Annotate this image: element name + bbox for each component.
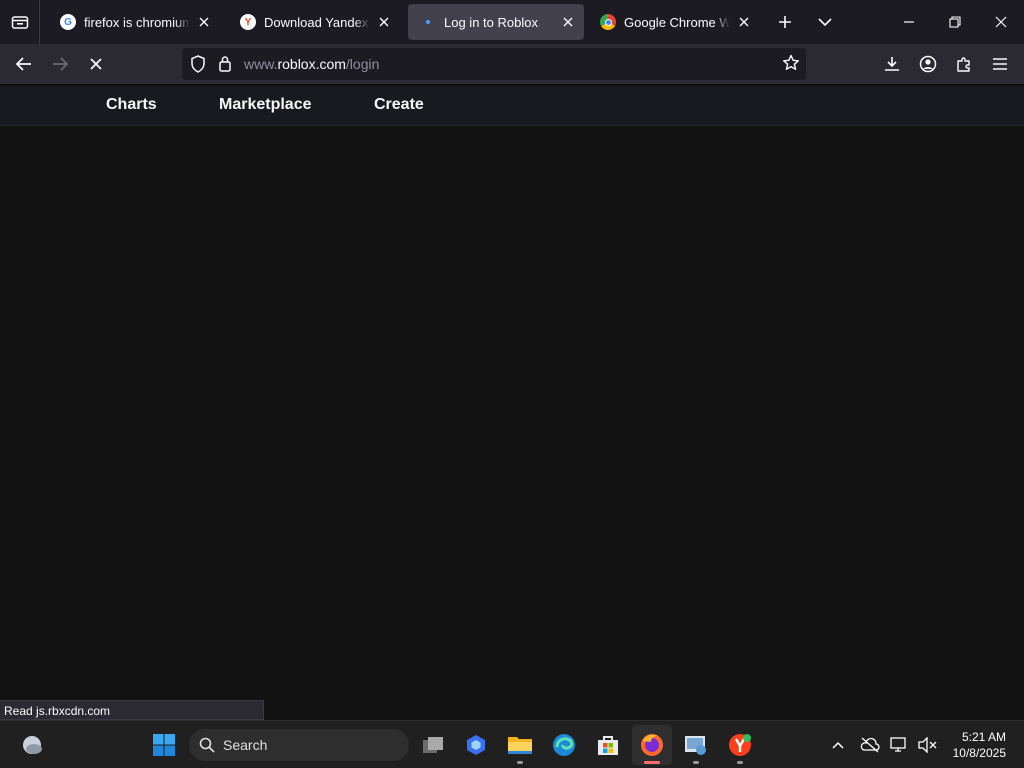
- running-indicator: [517, 761, 523, 764]
- clock-date: 10/8/2025: [952, 746, 1006, 760]
- control-panel-icon: [685, 736, 706, 755]
- account-icon: [919, 55, 937, 73]
- clock-time: 5:21 AM: [961, 730, 1006, 744]
- task-view-icon: [423, 737, 443, 753]
- edge-icon: [553, 734, 575, 756]
- status-panel: Read js.rbxcdn.com: [0, 700, 264, 720]
- tracking-protection-shield-icon[interactable]: [190, 55, 206, 78]
- minimize-icon: [904, 21, 914, 23]
- url-host: roblox.com: [277, 56, 346, 72]
- page-content: [0, 127, 1024, 720]
- google-g-icon: G: [60, 14, 76, 30]
- loading-dot-icon: [420, 14, 436, 30]
- url-text[interactable]: www.roblox.com/login: [244, 56, 379, 72]
- onedrive-tray-button[interactable]: [858, 733, 882, 757]
- url-path: /login: [345, 56, 380, 72]
- navigation-toolbar: www.roblox.com/login: [0, 44, 1024, 85]
- search-icon: [199, 737, 215, 753]
- search-label: Search: [223, 737, 268, 753]
- yandex-icon: Y: [240, 14, 256, 30]
- chevron-up-icon: [832, 741, 844, 749]
- list-all-tabs-button[interactable]: [811, 8, 839, 36]
- tab-title: Log in to Roblox: [444, 14, 538, 30]
- firefox-view-button[interactable]: [0, 0, 40, 44]
- network-icon: [890, 737, 906, 752]
- active-indicator: [644, 761, 660, 764]
- volume-tray-button[interactable]: [916, 733, 940, 757]
- menu-button[interactable]: [984, 48, 1016, 80]
- tab-title: Google Chrome Web B: [624, 14, 730, 30]
- microsoft-store-button[interactable]: [588, 725, 628, 765]
- lock-icon[interactable]: [218, 55, 232, 77]
- close-icon[interactable]: [196, 14, 212, 30]
- close-icon[interactable]: [560, 14, 576, 30]
- system-clock[interactable]: 5:21 AM 10/8/2025: [953, 729, 1006, 761]
- forward-button[interactable]: [44, 48, 76, 80]
- windows-logo-icon: [153, 734, 175, 756]
- control-panel-button[interactable]: [676, 725, 716, 765]
- start-button[interactable]: [144, 725, 184, 765]
- back-button[interactable]: [8, 48, 40, 80]
- close-icon[interactable]: [376, 14, 392, 30]
- roblox-header: Charts Marketplace Create: [0, 86, 1024, 126]
- forward-arrow-icon: [53, 57, 68, 71]
- tab-title: Download Yandex Brow: [264, 14, 370, 30]
- running-indicator: [693, 761, 699, 764]
- stop-loading-button[interactable]: [80, 48, 112, 80]
- weather-widget[interactable]: [12, 725, 52, 765]
- new-tab-button[interactable]: [771, 8, 799, 36]
- tab-roblox-login[interactable]: Log in to Roblox: [408, 4, 584, 40]
- tab-yandex-download[interactable]: Y Download Yandex Brow: [228, 4, 400, 40]
- download-icon: [885, 57, 899, 71]
- copilot-icon: [467, 735, 485, 755]
- puzzle-piece-icon: [957, 57, 970, 72]
- folder-icon: [508, 737, 532, 754]
- extensions-button[interactable]: [948, 48, 980, 80]
- restore-button[interactable]: [932, 0, 978, 44]
- firefox-button[interactable]: [632, 725, 672, 765]
- weather-cloud-icon: [23, 736, 42, 754]
- nav-link-marketplace[interactable]: Marketplace: [219, 96, 312, 114]
- tab-google-search[interactable]: G firefox is chromium bas: [48, 4, 220, 40]
- close-icon: [995, 16, 1007, 28]
- tab-title: firefox is chromium bas: [84, 14, 190, 30]
- file-explorer-button[interactable]: [500, 725, 540, 765]
- store-icon: [598, 736, 618, 755]
- minimize-button[interactable]: [886, 0, 932, 44]
- firefox-view-icon: [11, 16, 28, 29]
- onedrive-offline-icon: [860, 737, 880, 753]
- firefox-icon: [641, 734, 663, 756]
- chevron-down-icon: [818, 18, 832, 27]
- restore-icon: [949, 16, 961, 28]
- stop-x-icon: [90, 58, 102, 70]
- task-view-button[interactable]: [413, 725, 453, 765]
- taskbar-search[interactable]: Search: [189, 729, 409, 761]
- tab-chrome-web-store[interactable]: Google Chrome Web B: [588, 4, 760, 40]
- yandex-browser-icon: [729, 734, 751, 756]
- close-window-button[interactable]: [978, 0, 1024, 44]
- hamburger-menu-icon: [993, 58, 1007, 70]
- downloads-button[interactable]: [876, 48, 908, 80]
- url-bar[interactable]: www.roblox.com/login: [182, 48, 806, 80]
- yandex-browser-button[interactable]: [720, 725, 760, 765]
- url-prefix: www.: [244, 56, 278, 72]
- network-tray-button[interactable]: [888, 733, 912, 757]
- edge-button[interactable]: [544, 725, 584, 765]
- tab-strip: G firefox is chromium bas Y Download Yan…: [0, 0, 1024, 44]
- chrome-icon: [600, 14, 616, 30]
- plus-icon: [779, 16, 791, 28]
- nav-link-create[interactable]: Create: [374, 96, 424, 114]
- bookmark-star-icon[interactable]: [782, 54, 800, 77]
- taskbar: Search 5:21 AM 10/8/2025: [0, 720, 1024, 768]
- volume-muted-icon: [918, 737, 937, 753]
- account-button[interactable]: [912, 48, 944, 80]
- copilot-button[interactable]: [456, 725, 496, 765]
- close-icon[interactable]: [736, 14, 752, 30]
- back-arrow-icon: [16, 57, 31, 71]
- show-hidden-icons-button[interactable]: [826, 733, 850, 757]
- nav-link-charts[interactable]: Charts: [106, 96, 157, 114]
- running-indicator: [737, 761, 743, 764]
